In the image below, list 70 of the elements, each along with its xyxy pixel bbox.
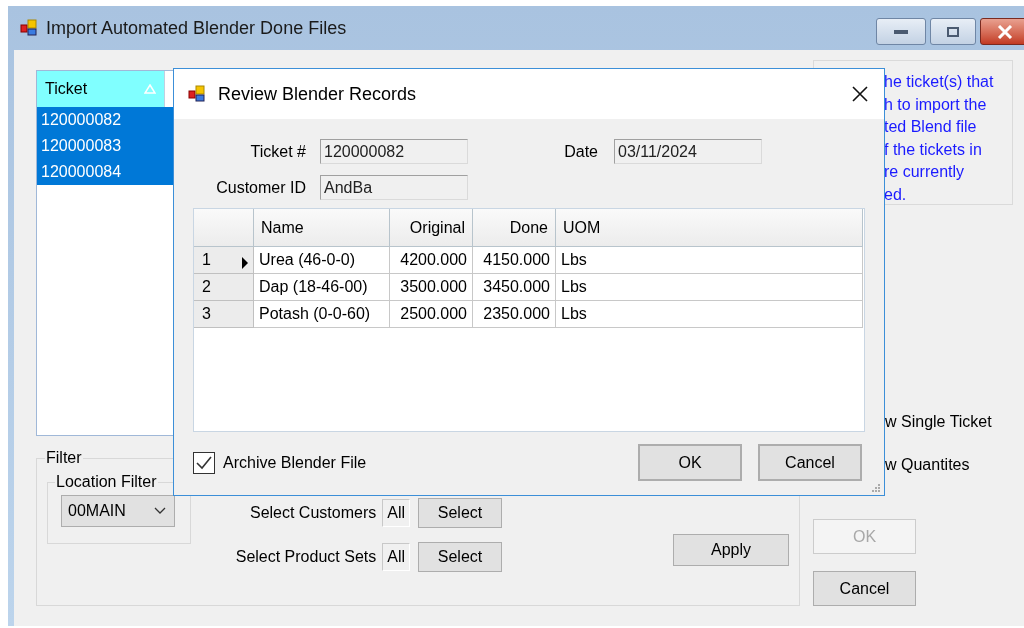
app-icon [188,85,206,103]
current-row-icon [241,257,249,269]
field-label: Customer ID [215,177,306,198]
field-label: Date [563,141,599,162]
select-button[interactable]: Select [418,542,502,572]
row-header[interactable]: 3 [194,301,254,328]
grid-cell: Dap (18-46-00) [254,274,390,301]
info-text: he ticket(s) that [884,72,995,92]
ok-button[interactable]: OK [638,444,742,481]
selector-field[interactable]: All [382,543,410,571]
check-icon [196,455,212,470]
row-number: 3 [202,304,211,324]
archive-checkbox[interactable] [193,451,215,474]
selector-label: Select Customers [249,503,377,523]
grid-cell: Lbs [556,247,863,274]
grid-cell: 2350.000 [473,301,556,328]
grid-cell: 2500.000 [390,301,473,328]
column-header[interactable]: Done [473,209,556,247]
select-button[interactable]: Select [418,498,502,528]
field-value: AndBa [320,175,468,200]
grid-cell: Lbs [556,301,863,328]
column-header[interactable]: Original [390,209,473,247]
grid-cell: Potash (0-0-60) [254,301,390,328]
field-value: 03/11/2024 [614,139,762,164]
grid-cell: Urea (46-0-0) [254,247,390,274]
maximize-button[interactable] [930,18,976,45]
column-header[interactable]: UOM [556,209,863,247]
grid-cell: 4200.000 [390,247,473,274]
info-text: ted Blend file [884,117,978,137]
close-button[interactable] [980,18,1024,45]
info-text: ed. [884,184,908,205]
row-number: 2 [202,277,211,297]
dialog-title: Review Blender Records [218,82,417,106]
chevron-down-icon [154,507,166,515]
app-icon [20,19,38,37]
cancel-button[interactable]: Cancel [758,444,862,481]
grid-cell: Lbs [556,274,863,301]
grid-cell: 3500.000 [390,274,473,301]
minimize-button[interactable] [876,18,926,45]
selector-label: Select Product Sets [235,547,377,567]
apply-button[interactable]: Apply [673,534,789,566]
cancel-button[interactable]: Cancel [813,571,916,606]
option-label: w Quantites [885,455,971,475]
window-title: Import Automated Blender Done Files [46,16,347,40]
group-title: Filter [45,448,83,468]
close-icon[interactable] [852,86,868,102]
ticket-row[interactable]: 120000083 [37,133,173,159]
grid-cell: 4150.000 [473,247,556,274]
ticket-row[interactable]: 120000084 [37,159,173,185]
resize-grip-icon [871,483,881,493]
info-text: f the tickets in [884,139,983,160]
column-header[interactable]: Ticket [37,71,165,107]
sort-icon [144,84,156,94]
field-label: Ticket # [249,141,306,162]
row-number: 1 [202,250,211,270]
close-icon [997,24,1013,39]
column-header[interactable]: Name [254,209,390,247]
checkbox-label: Archive Blender File [223,452,367,473]
info-text: re currently [884,162,966,182]
ticket-row[interactable]: 120000082 [37,107,173,133]
corner-header [194,209,254,247]
row-header[interactable]: 1 [194,247,254,274]
field-value: 120000082 [320,139,468,164]
info-text: h to import the [884,94,988,115]
group-title: Location Filter [55,472,158,492]
location-dropdown[interactable]: 00MAIN [61,495,175,527]
row-header[interactable]: 2 [194,274,254,301]
grid-cell: 3450.000 [473,274,556,301]
selector-field[interactable]: All [382,499,410,527]
option-label: w Single Ticket [885,412,993,432]
